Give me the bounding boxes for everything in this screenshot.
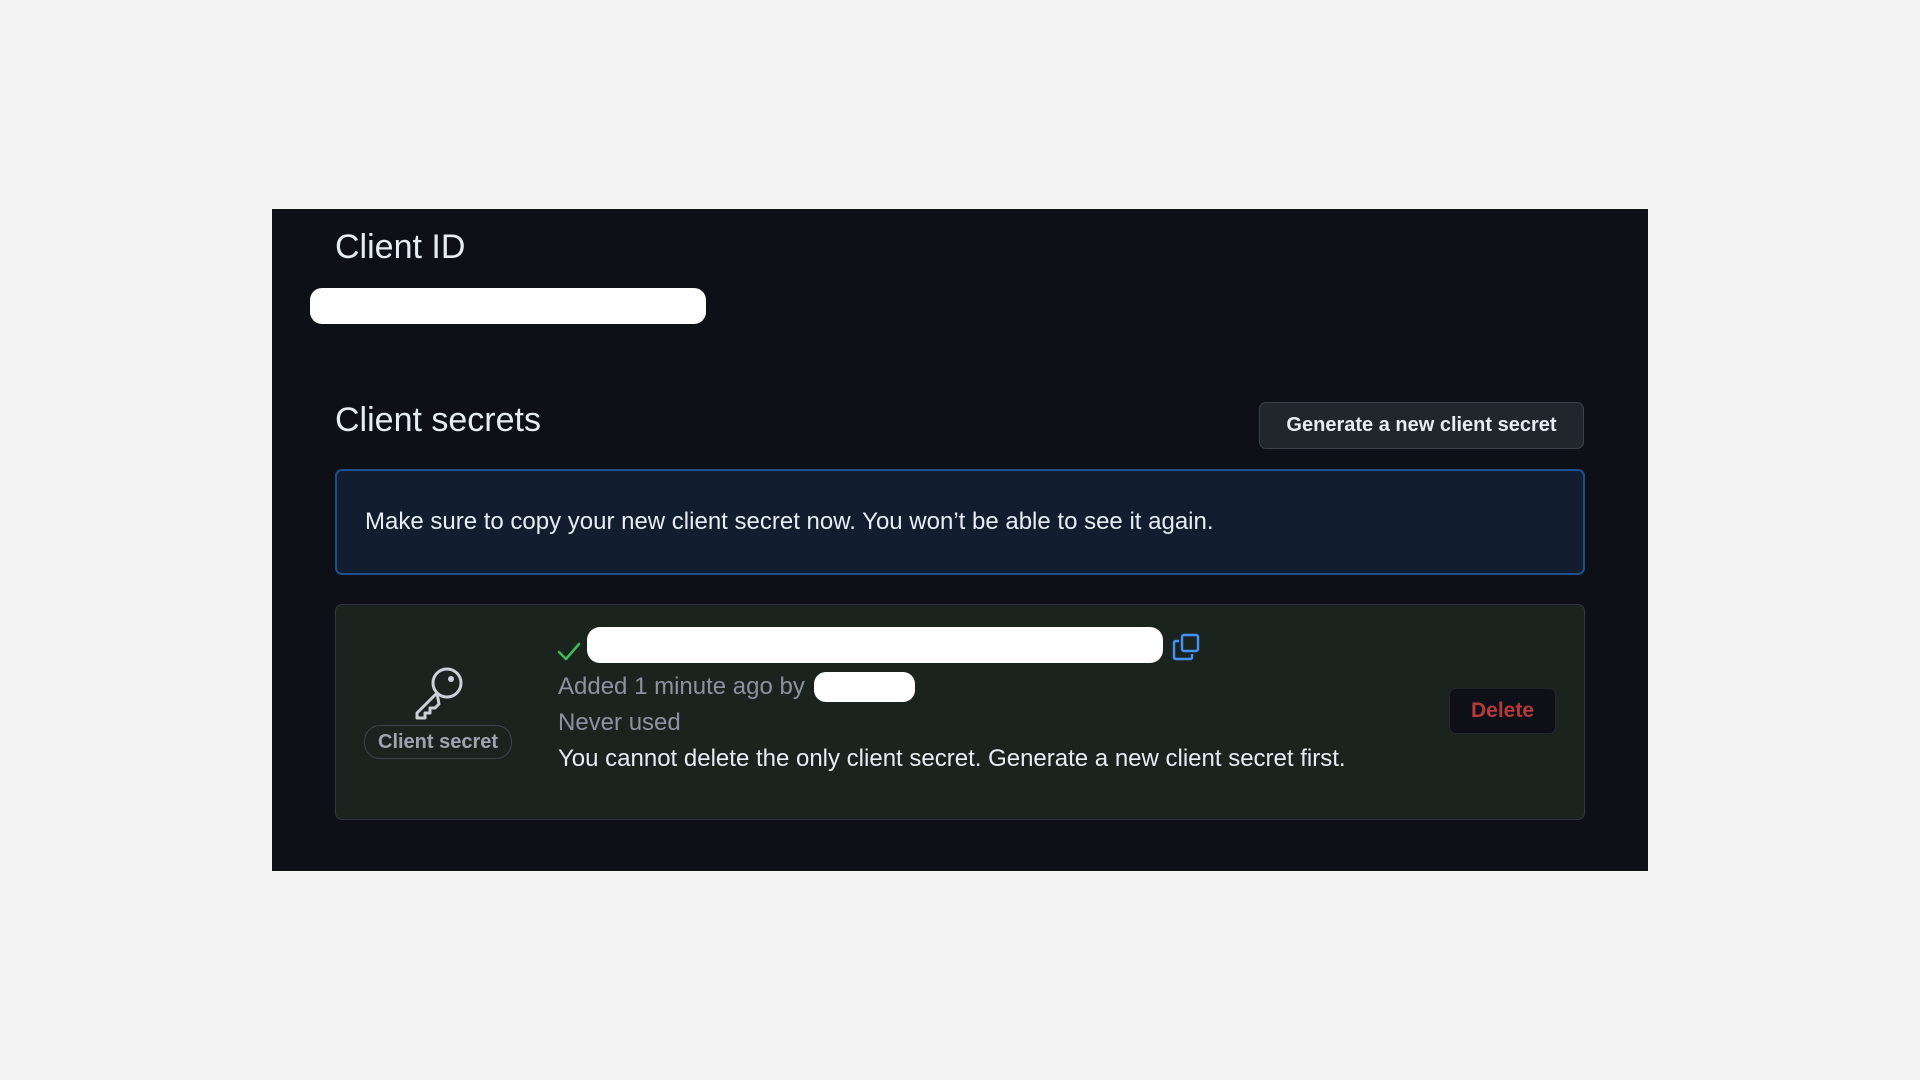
secret-usage-status: Never used <box>558 709 681 736</box>
client-secret-type-label: Client secret <box>364 725 513 759</box>
client-secret-item: Client secret Added 1 minute ago by Neve… <box>335 604 1585 820</box>
delete-secret-button[interactable]: Delete <box>1449 688 1556 734</box>
client-id-value-redacted <box>310 288 706 324</box>
client-secrets-heading: Client secrets <box>335 401 541 439</box>
oauth-app-credentials-panel: Client ID Client secrets Generate a new … <box>272 209 1648 871</box>
flash-message: Make sure to copy your new client secret… <box>365 508 1214 535</box>
delete-restriction-notice: You cannot delete the only client secret… <box>558 745 1346 772</box>
check-icon <box>557 642 581 661</box>
copy-icon[interactable] <box>1171 632 1201 662</box>
key-icon <box>415 667 463 720</box>
author-name-redacted <box>814 672 915 702</box>
copy-secret-flash-notice: Make sure to copy your new client secret… <box>335 469 1585 575</box>
client-secret-value-redacted <box>587 627 1163 663</box>
generate-client-secret-button[interactable]: Generate a new client secret <box>1259 402 1584 449</box>
client-id-heading: Client ID <box>335 228 466 266</box>
secret-added-info: Added 1 minute ago by <box>558 673 805 700</box>
